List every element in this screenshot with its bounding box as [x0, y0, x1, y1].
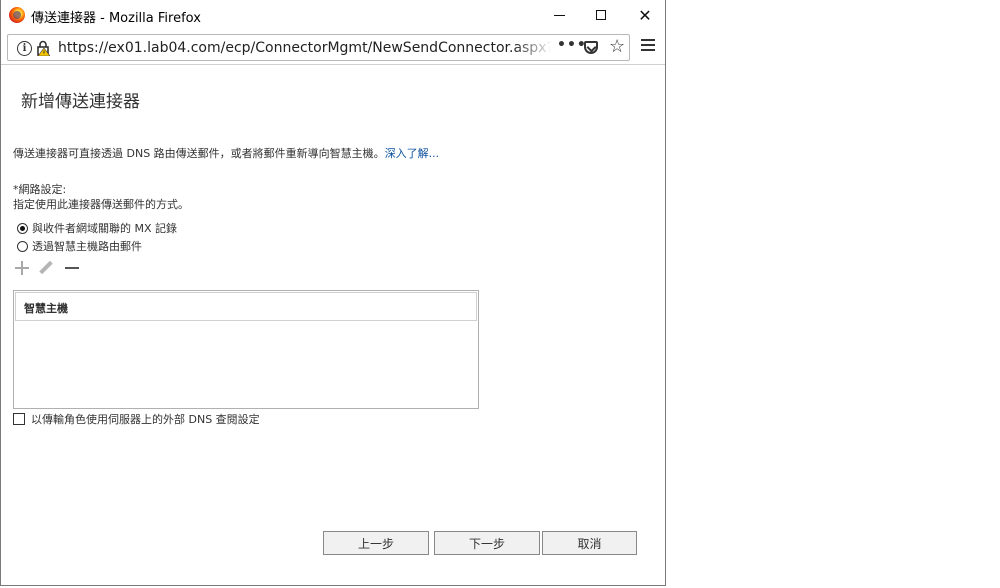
learn-more-link[interactable]: 深入了解...: [385, 147, 440, 160]
radio-label-smart-host: 透過智慧主機路由郵件: [32, 240, 142, 253]
remove-icon[interactable]: [65, 267, 79, 269]
radio-button-checked[interactable]: [17, 222, 28, 234]
maximize-button[interactable]: [579, 0, 623, 30]
edit-icon[interactable]: [39, 260, 53, 275]
description-text: 傳送連接器可直接透過 DNS 路由傳送郵件，或者將郵件重新導向智慧主機。: [13, 147, 385, 160]
title-bar: 傳送連接器 - Mozilla Firefox ✕: [1, 0, 665, 31]
pocket-icon[interactable]: [584, 41, 598, 54]
external-dns-option[interactable]: 以傳輸角色使用伺服器上的外部 DNS 查閱設定: [13, 411, 260, 427]
external-dns-label: 以傳輸角色使用伺服器上的外部 DNS 查閱設定: [31, 413, 260, 426]
bookmark-star-icon[interactable]: ☆: [609, 36, 625, 57]
cancel-button[interactable]: 取消: [542, 531, 637, 555]
page-title: 新增傳送連接器: [21, 92, 140, 112]
close-button[interactable]: ✕: [623, 0, 667, 30]
external-dns-checkbox[interactable]: [13, 413, 25, 425]
network-settings-label: *網路設定:: [13, 183, 67, 196]
radio-smart-host[interactable]: 透過智慧主機路由郵件: [17, 238, 142, 254]
add-icon[interactable]: [15, 261, 29, 275]
smart-host-table[interactable]: 智慧主機: [13, 290, 479, 409]
hamburger-menu-icon[interactable]: [641, 39, 655, 51]
table-column-header[interactable]: 智慧主機: [15, 292, 477, 321]
close-icon: ✕: [638, 5, 652, 25]
back-button[interactable]: 上一步: [323, 531, 429, 555]
url-fade: [513, 37, 553, 59]
network-settings-description: 指定使用此連接器傳送郵件的方式。: [13, 198, 189, 211]
window-title: 傳送連接器 - Mozilla Firefox: [31, 11, 201, 26]
radio-button-unchecked[interactable]: [17, 240, 28, 252]
next-button[interactable]: 下一步: [434, 531, 540, 555]
page-actions-icon[interactable]: •••: [557, 37, 587, 53]
url-text[interactable]: https://ex01.lab04.com/ecp/ConnectorMgmt…: [58, 40, 550, 56]
info-icon[interactable]: i: [17, 41, 32, 56]
firefox-logo-icon: [9, 7, 25, 23]
minimize-button[interactable]: [537, 0, 581, 30]
dialog-content: 新增傳送連接器 傳送連接器可直接透過 DNS 路由傳送郵件，或者將郵件重新導向智…: [1, 65, 665, 585]
smart-host-toolbar: [15, 260, 79, 275]
page-description: 傳送連接器可直接透過 DNS 路由傳送郵件，或者將郵件重新導向智慧主機。深入了解…: [13, 145, 439, 161]
address-bar[interactable]: i https://ex01.lab04.com/ecp/ConnectorMg…: [7, 34, 630, 61]
maximize-icon: [596, 10, 606, 20]
insecure-lock-icon[interactable]: [36, 40, 50, 56]
browser-window: 傳送連接器 - Mozilla Firefox ✕ i https://ex01…: [0, 0, 666, 586]
navigation-bar: i https://ex01.lab04.com/ecp/ConnectorMg…: [1, 31, 665, 65]
minimize-icon: [553, 14, 565, 16]
radio-label-mx-record: 與收件者網域關聯的 MX 記錄: [32, 222, 178, 235]
radio-mx-record[interactable]: 與收件者網域關聯的 MX 記錄: [17, 220, 177, 236]
